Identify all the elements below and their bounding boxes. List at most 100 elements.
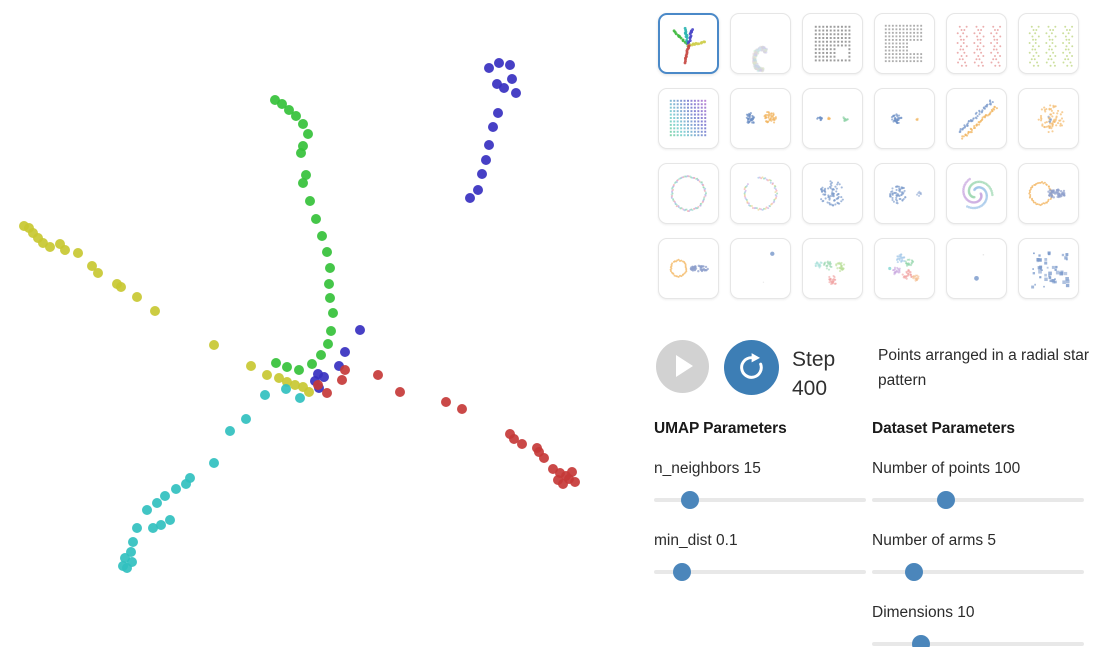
dataset-thumbnail-radial-star[interactable]	[658, 13, 719, 74]
scatter-point	[328, 308, 338, 318]
dataset-parameter-list: Number of points 100 Number of arms 5 Dime…	[872, 460, 1084, 647]
reset-button[interactable]	[724, 340, 779, 395]
scatter-point	[325, 263, 335, 273]
scatter-point	[484, 140, 494, 150]
scatter-point	[73, 248, 83, 258]
dataset-thumbnail-ring-and-disc[interactable]	[658, 238, 719, 299]
dataset-thumbnail-broken-ring[interactable]	[730, 163, 791, 224]
dataset-description: Points arranged in a radial star pattern	[878, 347, 1090, 389]
slider-handle-min-dist[interactable]	[672, 563, 691, 581]
dataset-thumbnail-wave-lattice-red[interactable]	[946, 13, 1007, 74]
dataset-thumbnail-circle-ring[interactable]	[658, 163, 719, 224]
slider-dimensions[interactable]	[872, 635, 1084, 647]
play-button[interactable]	[656, 340, 709, 393]
scatter-point	[337, 375, 347, 385]
scatter-point	[324, 279, 334, 289]
scatter-point	[539, 453, 549, 463]
dataset-thumbnail-two-diagonal-bands[interactable]	[946, 88, 1007, 149]
scatter-point	[492, 79, 502, 89]
scatter-point	[507, 74, 517, 84]
dataset-thumbnail-mixed-clusters[interactable]	[874, 238, 935, 299]
dataset-thumbnail-three-small-blobs[interactable]	[802, 88, 863, 149]
dataset-thumbnail-gaussian-cloud[interactable]	[802, 163, 863, 224]
scatter-point	[132, 292, 142, 302]
scatter-point	[313, 380, 323, 390]
slider-track-number-of-points[interactable]	[872, 498, 1084, 502]
scatter-point	[457, 404, 467, 414]
dataset-thumbnail-grid[interactable]	[658, 13, 1098, 299]
parameter-label-n-neighbors: n_neighbors 15	[654, 460, 761, 477]
scatter-point	[326, 326, 336, 336]
scatter-point	[355, 325, 365, 335]
parameter-label-number-of-arms: Number of arms 5	[872, 532, 997, 549]
scatter-point	[209, 458, 219, 468]
scatter-point	[477, 169, 487, 179]
dataset-thumbnail-dense-grid-2[interactable]	[874, 13, 935, 74]
dataset-thumbnail-wave-lattice-green[interactable]	[1018, 13, 1079, 74]
slider-n-neighbors[interactable]	[654, 491, 866, 509]
scatter-point	[570, 477, 580, 487]
scatter-point	[493, 108, 503, 118]
dataset-thumbnail-color-grid[interactable]	[658, 88, 719, 149]
scatter-point	[340, 365, 350, 375]
scatter-point	[116, 282, 126, 292]
step-value: 400	[792, 377, 828, 400]
dataset-thumbnail-single-point[interactable]	[730, 238, 791, 299]
slider-handle-number-of-points[interactable]	[937, 491, 956, 509]
scatter-point	[473, 185, 483, 195]
dataset-thumbnail-linked-rings[interactable]	[1018, 163, 1079, 224]
slider-track-dimensions[interactable]	[872, 642, 1084, 646]
slider-min-dist[interactable]	[654, 563, 866, 581]
scatter-point	[567, 467, 577, 477]
slider-number-of-arms[interactable]	[872, 563, 1084, 581]
scatter-point	[282, 362, 292, 372]
scatter-point	[325, 293, 335, 303]
dataset-thumbnail-dense-grid[interactable]	[802, 13, 863, 74]
scatter-point	[296, 148, 306, 158]
scatter-point	[465, 193, 475, 203]
scatter-point	[298, 178, 308, 188]
slider-number-of-points[interactable]	[872, 491, 1084, 509]
dataset-thumbnail-clustered-manifold[interactable]	[802, 238, 863, 299]
scatter-point	[246, 361, 256, 371]
right-control-panel: Step 400 Points arranged in a radial sta…	[648, 0, 1105, 647]
scatter-point	[122, 563, 132, 573]
scatter-point	[291, 111, 301, 121]
scatter-plot-canvas[interactable]	[0, 0, 648, 647]
scatter-point	[511, 88, 521, 98]
scatter-point	[132, 523, 142, 533]
scatter-point	[93, 268, 103, 278]
dataset-thumbnail-cloud-with-satellite[interactable]	[874, 163, 935, 224]
dataset-thumbnail-scattered-squares[interactable]	[1018, 238, 1079, 299]
dataset-thumbnail-interlocked-spirals[interactable]	[946, 163, 1007, 224]
dataset-parameters-column: Dataset Parameters Number of points 100 N…	[872, 420, 1084, 647]
scatter-point	[45, 242, 55, 252]
dataset-thumbnail-blob-and-outlier[interactable]	[874, 88, 935, 149]
parameter-number-of-arms: Number of arms 5	[872, 532, 1084, 581]
dataset-thumbnail-orange-cloud[interactable]	[1018, 88, 1079, 149]
slider-handle-n-neighbors[interactable]	[681, 491, 700, 509]
refresh-icon	[740, 353, 763, 379]
dataset-thumbnail-swiss-roll[interactable]	[730, 13, 791, 74]
scatter-point	[260, 390, 270, 400]
slider-track-number-of-arms[interactable]	[872, 570, 1084, 574]
scatter-point	[303, 129, 313, 139]
scatter-point	[311, 214, 321, 224]
scatter-plot-panel[interactable]	[0, 0, 648, 647]
scatter-point	[322, 388, 332, 398]
parameter-label-number-of-points: Number of points 100	[872, 460, 1021, 477]
playback-control-row: Step 400 Points arranged in a radial sta…	[656, 340, 1101, 402]
slider-handle-number-of-arms[interactable]	[905, 563, 924, 581]
slider-handle-dimensions[interactable]	[911, 635, 930, 647]
scatter-point	[209, 340, 219, 350]
dataset-thumbnail-two-blobs[interactable]	[730, 88, 791, 149]
scatter-points-layer	[19, 58, 580, 573]
scatter-point	[307, 359, 317, 369]
dataset-thumbnail-sparse-pair[interactable]	[946, 238, 1007, 299]
parameters-section: UMAP Parameters n_neighbors 15 min_dist 0…	[648, 420, 1105, 647]
parameter-number-of-points: Number of points 100	[872, 460, 1084, 509]
scatter-point	[441, 397, 451, 407]
scatter-point	[340, 347, 350, 357]
parameter-label-min-dist: min_dist 0.1	[654, 532, 738, 549]
scatter-point	[281, 384, 291, 394]
